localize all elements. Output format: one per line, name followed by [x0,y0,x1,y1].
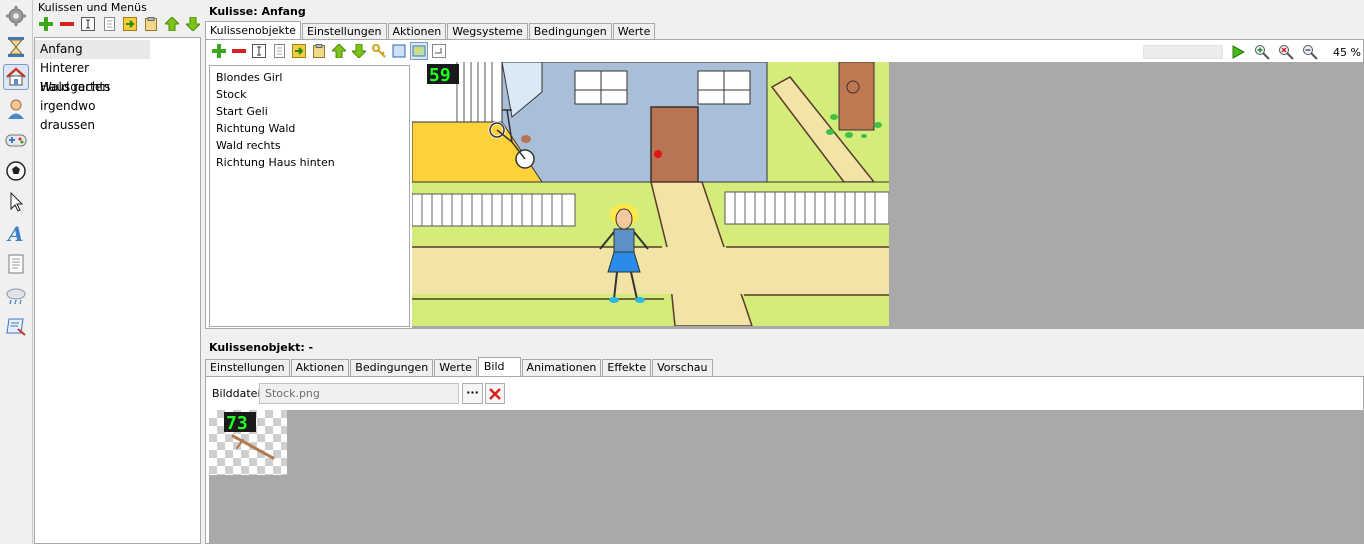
hourglass-icon[interactable] [3,34,29,60]
cursor-icon[interactable] [3,189,29,215]
list-item[interactable]: Blondes Girl [210,69,409,86]
scene-canvas[interactable]: 59 [412,62,1364,328]
tab-vorschau[interactable]: Vorschau [652,359,713,376]
list-item[interactable]: Richtung Haus hinten [210,154,409,171]
move-up-icon[interactable] [163,15,181,33]
scene-tabbar: Kulissenobjekte Einstellungen Aktionen W… [205,21,656,40]
script-icon[interactable] [3,313,29,339]
move-down-icon[interactable] [184,15,202,33]
list-item[interactable]: Richtung Wald [210,120,409,137]
stick-image [231,434,275,460]
play-icon[interactable] [1229,43,1247,61]
tab-werte[interactable]: Werte [612,23,656,40]
tab-aktionen[interactable]: Aktionen [387,23,447,40]
tab-werte[interactable]: Werte [434,359,477,376]
object-editor-heading: Kulissenobjekt: - [209,341,314,354]
tab-einstellungen[interactable]: Einstellungen [301,23,387,40]
scene-panel: Kulissen und Menüs Anfang Hinterer Hausg… [34,0,201,544]
key-icon[interactable] [370,42,388,60]
paste-icon[interactable] [142,15,160,33]
export-icon[interactable] [430,42,448,60]
remove-icon[interactable] [230,42,248,60]
close-icon [489,387,501,400]
tab-effekte[interactable]: Effekte [602,359,652,376]
scene-editor-frame: Blondes Girl Stock Start Geli Richtung W… [205,39,1364,329]
remove-icon[interactable] [58,15,76,33]
tab-wegsysteme[interactable]: Wegsysteme [447,23,528,40]
move-down-icon[interactable] [350,42,368,60]
rename-icon[interactable] [79,15,97,33]
add-icon[interactable] [210,42,228,60]
move-up-icon[interactable] [330,42,348,60]
font-icon[interactable]: A [3,220,29,246]
scene-toolbar [37,15,202,35]
list-item[interactable]: Start Geli [210,103,409,120]
tab-kulissenobjekte[interactable]: Kulissenobjekte [205,21,301,40]
person-icon[interactable] [3,96,29,122]
zoom-out-icon[interactable] [1301,43,1319,61]
scene-item-wald-rechts[interactable]: Wald rechts [35,78,150,97]
zoom-level: 45 % [1333,45,1361,59]
zoom-reset-icon[interactable] [1277,43,1295,61]
ball-icon[interactable] [3,158,29,184]
scene-item-irgendwo-draussen[interactable]: irgendwo draussen [35,97,150,132]
cut-icon[interactable] [121,15,139,33]
object-tabbar: Einstellungen Aktionen Bedingungen Werte… [205,357,714,376]
document-icon[interactable] [3,251,29,277]
gamepad-icon[interactable] [3,127,29,153]
tab-einstellungen[interactable]: Einstellungen [205,359,290,376]
tab-bild[interactable]: Bild [477,357,521,376]
copy-icon[interactable] [100,15,118,33]
paste-icon[interactable] [310,42,328,60]
image-file-field[interactable]: Stock.png [259,383,459,404]
clear-image-button[interactable] [485,383,505,404]
scene-item-anfang[interactable]: Anfang [35,40,150,59]
add-icon[interactable] [37,15,55,33]
scene-editor-heading: Kulisse: Anfang [209,5,306,18]
tab-bedingungen[interactable]: Bedingungen [528,23,612,40]
weather-icon[interactable] [3,282,29,308]
gear-icon[interactable] [3,3,29,29]
scene-background-image[interactable]: 59 [412,62,889,326]
scene-panel-title: Kulissen und Menüs [38,1,147,14]
tab-animationen[interactable]: Animationen [521,359,602,376]
list-item[interactable]: Stock [210,86,409,103]
list-item[interactable]: Wald rechts [210,137,409,154]
playback-bar: 45 % [1143,42,1361,62]
scene-item-hinterer-hausgarten[interactable]: Hinterer Hausgarten [35,59,150,94]
tab-bedingungen[interactable]: Bedingungen [350,359,434,376]
image-mode-icon[interactable] [410,42,428,60]
select-frame-icon[interactable] [390,42,408,60]
zoom-in-icon[interactable] [1253,43,1271,61]
image-preview: 73 [209,410,287,475]
object-editor-frame: Bilddatei Stock.png ··· 73 [205,376,1364,544]
scene-overlay-number: 59 [429,65,451,86]
left-icon-rail: A [0,0,33,544]
progress-bar [1143,45,1223,59]
svg-text:A: A [6,222,24,244]
tab-aktionen[interactable]: Aktionen [290,359,350,376]
image-preview-area: 73 [209,410,1363,544]
object-toolbar [210,42,448,64]
preview-overlay-number: 73 [226,413,248,434]
cut-icon[interactable] [290,42,308,60]
scene-list[interactable]: Anfang Hinterer Hausgarten Wald rechts i… [34,37,201,544]
rename-icon[interactable] [250,42,268,60]
browse-button[interactable]: ··· [462,383,483,404]
copy-icon[interactable] [270,42,288,60]
object-list[interactable]: Blondes Girl Stock Start Geli Richtung W… [209,65,410,327]
image-file-label: Bilddatei [212,387,261,400]
house-icon[interactable] [3,64,29,90]
